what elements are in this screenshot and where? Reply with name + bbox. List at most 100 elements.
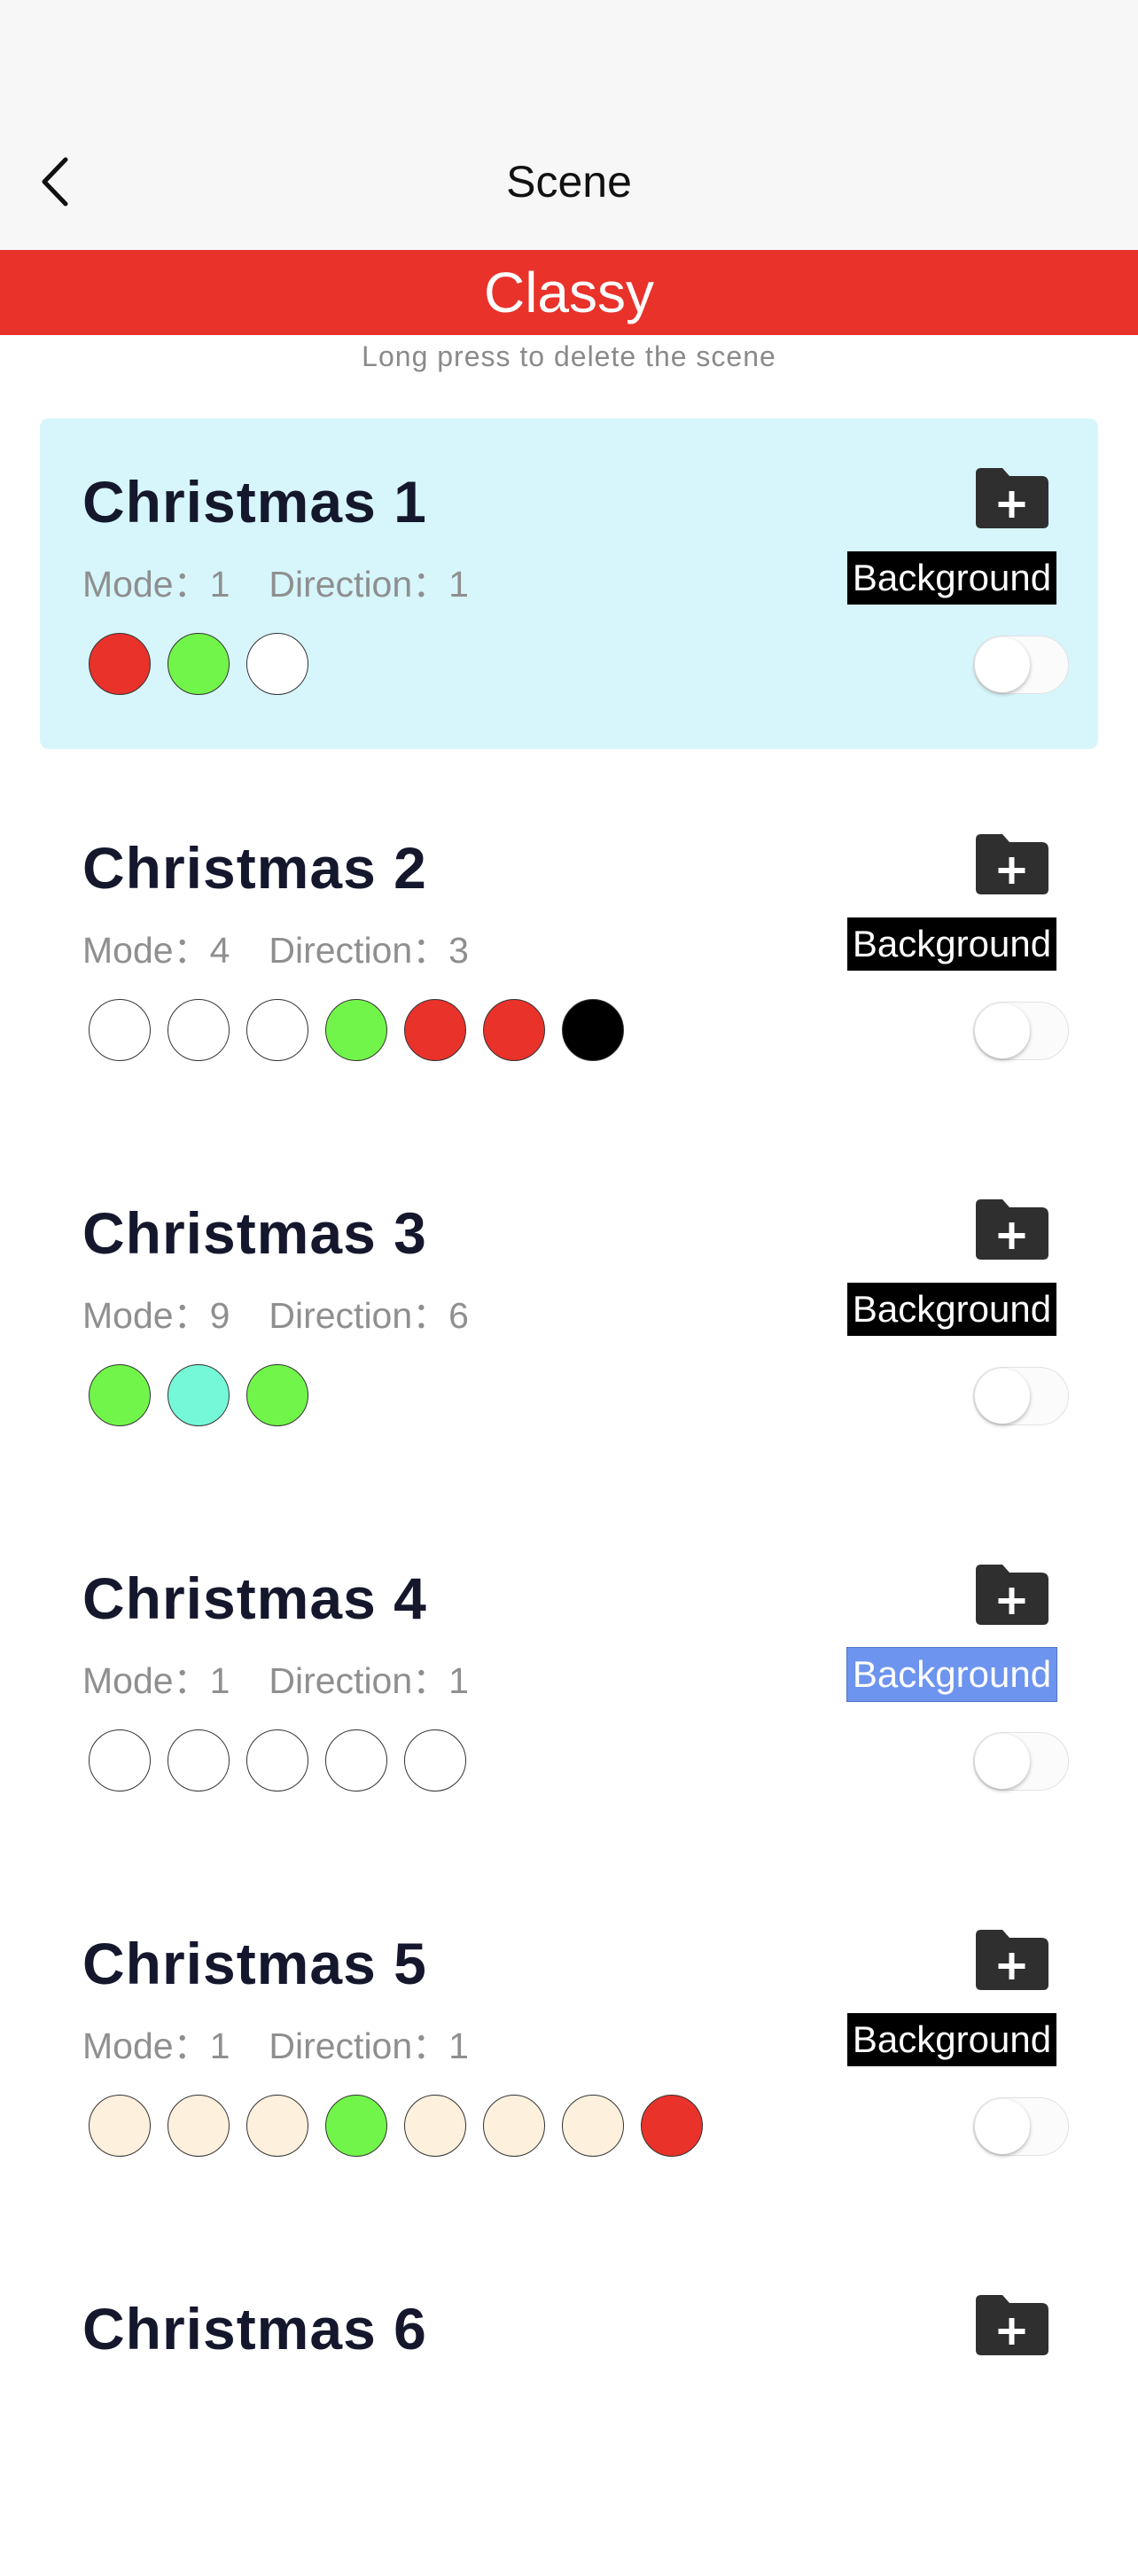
scene-toggle[interactable]: [973, 1002, 1069, 1060]
add-background-button[interactable]: [970, 1561, 1052, 1628]
color-swatch: [168, 1364, 230, 1426]
direction-value: 6: [448, 1295, 469, 1336]
scene-name: Christmas 2: [82, 835, 427, 901]
color-swatch: [325, 2095, 387, 2157]
category-banner: Classy: [0, 250, 1138, 335]
folder-plus-icon: [976, 1930, 1048, 1990]
color-swatch: [246, 999, 308, 1061]
scene-toggle[interactable]: [973, 2097, 1069, 2156]
color-swatch: [89, 633, 151, 695]
scene-card[interactable]: Christmas 1 Mode：1 Direction：1 Background: [40, 418, 1098, 749]
scene-info: Mode：9 Direction：6: [82, 1285, 469, 1339]
color-swatch: [404, 2095, 466, 2157]
scene-name: Christmas 1: [82, 469, 427, 535]
color-swatch: [246, 2095, 308, 2157]
toggle-knob: [975, 1369, 1030, 1424]
color-swatch: [325, 999, 387, 1061]
color-swatches: [89, 999, 641, 1063]
scene-card[interactable]: Christmas 2 Mode：4 Direction：3 Background: [40, 785, 1098, 1115]
add-background-button[interactable]: [970, 1196, 1052, 1263]
scene-card[interactable]: Christmas 4 Mode：1 Direction：1 Background: [40, 1515, 1098, 1846]
color-swatch: [325, 1729, 387, 1791]
scene-toggle[interactable]: [973, 1367, 1069, 1425]
add-background-button[interactable]: [970, 831, 1052, 898]
toggle-knob: [975, 1734, 1030, 1789]
status-bar: [0, 0, 1138, 115]
direction-value: 1: [448, 1660, 469, 1701]
mode-value: 1: [209, 564, 230, 605]
background-label[interactable]: Background: [847, 551, 1056, 605]
background-label[interactable]: Background: [847, 917, 1056, 971]
color-swatch: [483, 999, 545, 1061]
direction-value: 3: [448, 930, 469, 971]
color-swatch: [168, 999, 230, 1061]
direction-label: Direction：: [269, 930, 449, 971]
mode-label: Mode：: [82, 930, 210, 971]
color-swatch: [89, 1364, 151, 1426]
color-swatch: [562, 2095, 624, 2157]
mode-label: Mode：: [82, 2026, 210, 2066]
color-swatch: [89, 1729, 151, 1791]
mode-label: Mode：: [82, 1295, 210, 1336]
color-swatch: [89, 2095, 151, 2157]
scene-info: Mode：1 Direction：1: [82, 554, 469, 607]
toggle-knob: [975, 2099, 1030, 2154]
folder-plus-icon: [976, 468, 1048, 528]
toggle-knob: [975, 637, 1030, 692]
color-swatch: [246, 633, 308, 695]
color-swatches: [89, 633, 325, 697]
color-swatch: [168, 2095, 230, 2157]
direction-label: Direction：: [269, 1295, 449, 1336]
background-label[interactable]: Background: [847, 1283, 1056, 1336]
color-swatch: [483, 2095, 545, 2157]
page-title: Scene: [506, 157, 632, 207]
direction-label: Direction：: [269, 564, 449, 605]
scene-card[interactable]: Christmas 6: [40, 2245, 1098, 2576]
mode-value: 1: [209, 2026, 230, 2066]
scene-name: Christmas 3: [82, 1200, 427, 1266]
scene-card[interactable]: Christmas 3 Mode：9 Direction：6 Background: [40, 1150, 1098, 1480]
folder-plus-icon: [976, 834, 1048, 894]
scene-name: Christmas 4: [82, 1565, 427, 1631]
color-swatch: [168, 633, 230, 695]
scene-info: Mode：1 Direction：1: [82, 2016, 469, 2069]
mode-label: Mode：: [82, 1660, 210, 1701]
folder-plus-icon: [976, 1199, 1048, 1260]
mode-label: Mode：: [82, 564, 210, 605]
toggle-knob: [975, 1003, 1030, 1058]
scene-card[interactable]: Christmas 5 Mode：1 Direction：1 Background: [40, 1880, 1098, 2211]
add-background-button[interactable]: [970, 1926, 1052, 1994]
color-swatches: [89, 2095, 720, 2158]
folder-plus-icon: [976, 1565, 1048, 1625]
color-swatch: [641, 2095, 703, 2157]
add-background-button[interactable]: [970, 2291, 1052, 2359]
color-swatches: [89, 1364, 325, 1428]
background-label[interactable]: Background: [847, 2013, 1056, 2066]
mode-value: 9: [209, 1295, 230, 1336]
scene-name: Christmas 6: [82, 2296, 427, 2361]
delete-hint: Long press to delete the scene: [362, 340, 776, 372]
color-swatch: [404, 999, 466, 1061]
mode-value: 4: [209, 930, 230, 971]
background-label[interactable]: Background: [846, 1647, 1057, 1702]
scene-toggle[interactable]: [973, 1732, 1069, 1791]
scene-info: Mode：1 Direction：1: [82, 1651, 469, 1704]
scene-toggle[interactable]: [973, 636, 1069, 694]
app-screen: Scene Classy Long press to delete the sc…: [0, 0, 1138, 2463]
scene-info: Mode：4 Direction：3: [82, 920, 469, 973]
color-swatches: [89, 1729, 483, 1793]
color-swatch: [89, 999, 151, 1061]
nav-bar: Scene: [0, 115, 1138, 250]
direction-label: Direction：: [269, 2026, 449, 2066]
color-swatch: [246, 1364, 308, 1426]
color-swatch: [168, 1729, 230, 1791]
color-swatch: [562, 999, 624, 1061]
add-background-button[interactable]: [970, 464, 1052, 532]
direction-value: 1: [448, 2026, 469, 2066]
color-swatch: [246, 1729, 308, 1791]
mode-value: 1: [209, 1660, 230, 1701]
scene-name: Christmas 5: [82, 1931, 427, 1996]
direction-value: 1: [448, 564, 469, 605]
direction-label: Direction：: [269, 1660, 449, 1701]
color-swatch: [404, 1729, 466, 1791]
